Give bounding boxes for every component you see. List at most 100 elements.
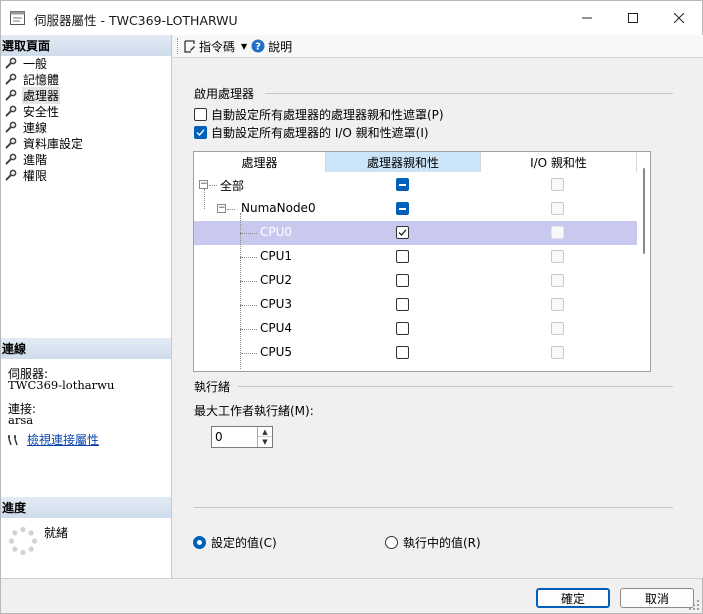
ok-button[interactable]: 確定 [536,588,610,608]
processor-page: 啟用處理器 自動設定所有處理器的處理器親和性遮罩(P) 自動設定所有處理器的 I… [173,57,703,578]
io-affinity-checkbox [551,298,564,311]
table-row[interactable]: CPU2 [194,257,637,293]
cancel-button[interactable]: 取消 [620,588,694,608]
affinity-checkbox[interactable] [396,202,409,215]
page-item-security[interactable]: 安全性 [5,103,60,119]
io-affinity-checkbox [551,346,564,359]
toolbar: 指令碼 ▼ ? 說明 [173,35,703,57]
table-row[interactable]: CPU3 [194,281,637,317]
stepper-buttons: ▲ ▼ [257,427,272,447]
resize-grip-icon[interactable] [688,599,700,611]
script-button[interactable]: 指令碼 ▼ [183,38,247,55]
row-label: CPU0 [260,225,293,239]
progress-status: 就緒 [44,526,69,540]
script-label: 指令碼 [199,39,236,54]
page-item-permissions[interactable]: 權限 [5,167,48,183]
auto-affinity-checkbox[interactable] [194,108,207,121]
page-item-label: 一般 [23,56,48,71]
row-label: CPU3 [260,297,293,311]
maximize-button[interactable] [610,1,656,35]
running-values-radio[interactable] [385,536,398,549]
page-item-memory[interactable]: 記憶體 [5,71,60,87]
max-worker-threads-stepper[interactable]: 0 ▲ ▼ [211,426,273,448]
title-bar: 伺服器屬性 - TWC369-LOTHARWU [1,1,702,35]
wrench-icon [5,73,17,85]
page-item-general[interactable]: 一般 [5,55,48,71]
close-icon [674,13,684,23]
row-label: CPU2 [260,273,293,287]
wrench-icon [5,153,17,165]
dialog-footer: 確定 取消 [1,578,702,613]
running-values-radio-row[interactable]: 執行中的值(R) [385,534,481,551]
minimize-button[interactable] [564,1,610,35]
table-row[interactable]: − NumaNode0 [194,189,637,221]
threads-group-title: 執行緒 [194,380,231,394]
io-affinity-checkbox [551,274,564,287]
table-row[interactable]: CPU5 [194,329,637,369]
row-label: CPU1 [260,249,293,263]
processor-affinity-grid: 處理器 處理器親和性 I/O 親和性 − 全部 − NumaNode0 CPU0… [193,151,651,372]
page-item-advanced[interactable]: 進階 [5,151,48,167]
progress-spinner-icon [8,526,38,556]
page-item-label: 記憶體 [23,72,60,87]
configured-values-radio[interactable] [193,536,206,549]
server-properties-icon [10,11,25,25]
stepper-up-icon[interactable]: ▲ [258,427,272,437]
collapse-icon[interactable]: − [217,204,226,213]
table-row[interactable]: CPU0 [194,213,637,245]
grid-vertical-scrollbar[interactable] [637,152,650,371]
stepper-down-icon[interactable]: ▼ [258,437,272,447]
affinity-checkbox[interactable] [396,346,409,359]
page-item-label: 進階 [23,152,48,167]
running-values-label: 執行中的值(R) [403,536,481,550]
max-worker-threads-label: 最大工作者執行緒(M): [194,404,314,418]
view-connection-properties-link[interactable]: 檢視連接屬性 [7,431,99,448]
chevron-down-icon[interactable]: ▼ [241,42,247,51]
wrench-icon [5,89,17,101]
toolbar-grip [177,38,179,54]
page-item-processors[interactable]: 處理器 [5,86,61,104]
page-item-database-settings[interactable]: 資料庫設定 [5,135,84,151]
row-label: CPU4 [260,321,293,335]
column-header-processor[interactable]: 處理器 [194,152,326,172]
row-label: NumaNode0 [241,201,316,215]
io-affinity-checkbox [551,178,564,191]
help-button[interactable]: ? 說明 [251,38,292,55]
server-value: TWC369-lotharwu [8,378,115,392]
affinity-checkbox[interactable] [396,250,409,263]
affinity-checkbox[interactable] [396,298,409,311]
table-row[interactable]: CPU1 [194,233,637,269]
svg-text:?: ? [255,42,261,53]
auto-io-affinity-checkbox-row[interactable]: 自動設定所有處理器的 I/O 親和性遮罩(I) [194,124,429,141]
affinity-checkbox[interactable] [396,274,409,287]
auto-affinity-checkbox-row[interactable]: 自動設定所有處理器的處理器親和性遮罩(P) [194,106,444,123]
affinity-checkbox[interactable] [396,226,409,239]
page-item-connections[interactable]: 連線 [5,119,48,135]
page-item-label: 安全性 [23,104,60,119]
auto-io-affinity-checkbox[interactable] [194,126,207,139]
column-header-processor-affinity[interactable]: 處理器親和性 [326,152,481,172]
connection-value: arsa [8,413,34,427]
view-connection-properties-text[interactable]: 檢視連接屬性 [27,431,99,448]
configured-values-radio-row[interactable]: 設定的值(C) [193,534,277,551]
table-row[interactable]: CPU4 [194,305,637,341]
left-pane: 選取頁面 一般 記憶體 處理器 安全性 連線 資料庫設定 進階 權限 連線 伺服… [1,35,172,578]
help-icon: ? [251,39,265,53]
connection-header: 連線 [1,338,171,359]
auto-affinity-label: 自動設定所有處理器的處理器親和性遮罩(P) [211,108,444,122]
page-item-label: 連線 [23,120,48,135]
scrollbar-thumb[interactable] [643,168,645,254]
close-button[interactable] [656,1,702,35]
max-worker-threads-value[interactable]: 0 [215,430,223,444]
table-row[interactable]: − 全部 [194,173,637,197]
row-label: 全部 [220,179,245,193]
affinity-checkbox[interactable] [396,322,409,335]
wrench-icon [5,169,17,181]
io-affinity-checkbox [551,202,564,215]
collapse-icon[interactable]: − [199,180,208,189]
affinity-checkbox[interactable] [396,178,409,191]
grid-header: 處理器 處理器親和性 I/O 親和性 [194,152,637,172]
column-header-io-affinity[interactable]: I/O 親和性 [481,152,637,172]
indeterminate-icon [399,207,406,210]
page-item-label: 處理器 [22,86,61,104]
